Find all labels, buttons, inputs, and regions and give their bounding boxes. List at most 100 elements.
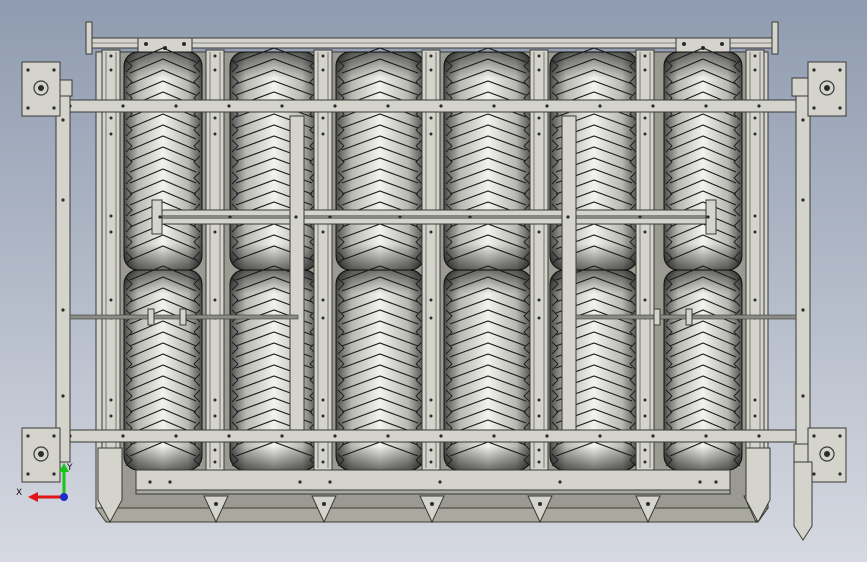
assembly-drawing[interactable]: Y X	[0, 0, 867, 562]
bolt-hole	[321, 132, 325, 136]
rod-nut	[179, 308, 187, 326]
bolt-hole	[213, 132, 217, 136]
bolt-hole	[328, 480, 332, 484]
bolt-hole	[26, 434, 30, 438]
center-right-upright	[561, 115, 577, 431]
bolt-hole	[213, 398, 217, 402]
bolt-hole	[429, 132, 433, 136]
bolt-hole	[322, 502, 326, 506]
bolt-hole	[321, 448, 325, 452]
bolt-hole	[812, 472, 816, 476]
triad-y-label: Y	[66, 463, 73, 473]
bolt-hole	[328, 215, 332, 219]
bolt-hole	[321, 460, 325, 464]
bolt-hole	[643, 448, 647, 452]
divider-post-6	[635, 49, 655, 471]
bolt-hole	[643, 414, 647, 418]
bolt-hole	[537, 116, 541, 120]
bolt-hole	[61, 118, 65, 122]
bolt-hole	[429, 316, 433, 320]
bolt-hole	[168, 480, 172, 484]
tire-c1-r1	[123, 47, 203, 271]
divider-post-1	[101, 49, 121, 471]
bolt-hole	[429, 230, 433, 234]
bolt-hole	[61, 394, 65, 398]
bolt-hole	[333, 104, 337, 108]
bolt-hole	[429, 398, 433, 402]
bolt-hole	[294, 215, 298, 219]
bolt-hole	[429, 460, 433, 464]
bolt-hole	[801, 394, 805, 398]
bolt-hole	[753, 298, 757, 302]
bolt-hole	[537, 398, 541, 402]
bolt-hole	[438, 480, 442, 484]
bolt-hole	[213, 460, 217, 464]
bolt-hole	[698, 480, 702, 484]
bolt-hole	[643, 398, 647, 402]
bolt-hole	[398, 215, 402, 219]
bolt-hole	[121, 104, 125, 108]
bolt-hole	[429, 448, 433, 452]
bolt-hole	[643, 116, 647, 120]
bolt-hole	[812, 106, 816, 110]
bolt-hole	[757, 104, 761, 108]
bolt-hole	[643, 68, 647, 72]
bolt-hole	[386, 434, 390, 438]
bolt-hole	[538, 502, 542, 506]
left-corner-post	[55, 81, 71, 463]
upper-long-rail	[57, 99, 807, 113]
corner-mount-top-right	[807, 61, 847, 117]
bolt-hole	[720, 42, 724, 46]
bolt-hole	[801, 198, 805, 202]
bolt-hole	[280, 434, 284, 438]
bolt-hole	[333, 434, 337, 438]
middle-crossbar-edge	[151, 215, 717, 219]
tire-c4-r1	[443, 47, 533, 271]
bolt-hole	[148, 480, 152, 484]
corner-mount-bottom-left	[21, 427, 61, 483]
bolt-hole	[52, 106, 56, 110]
bolt-hole	[109, 54, 113, 58]
bolt-hole	[321, 54, 325, 58]
tire-shade	[336, 52, 424, 270]
bolt-hole	[537, 414, 541, 418]
bolt-hole	[144, 42, 148, 46]
tire-shade	[664, 52, 742, 270]
divider-post-5	[529, 49, 549, 471]
tire-shade	[230, 52, 318, 270]
bolt-hole	[439, 434, 443, 438]
bolt-hole	[714, 480, 718, 484]
right-pointed-stake	[793, 461, 813, 541]
bolt-hole	[753, 54, 757, 58]
bolt-hole	[227, 104, 231, 108]
bolt-hole	[537, 54, 541, 58]
bolt-hole	[429, 116, 433, 120]
tire-c6-r1	[663, 47, 743, 271]
bolt-hole	[643, 132, 647, 136]
bolt-hole	[109, 68, 113, 72]
bolt-hole	[321, 316, 325, 320]
bolt-hole	[109, 230, 113, 234]
bolt-hole	[158, 215, 162, 219]
cad-viewport[interactable]: Y X	[0, 0, 867, 562]
bolt-hole	[838, 106, 842, 110]
mount-bore-center	[38, 451, 44, 457]
bolt-hole	[227, 434, 231, 438]
bolt-hole	[429, 68, 433, 72]
bolt-hole	[52, 68, 56, 72]
bolt-hole	[598, 104, 602, 108]
bolt-hole	[753, 68, 757, 72]
triad-z-origin	[60, 493, 68, 501]
bolt-hole	[109, 298, 113, 302]
bolt-hole	[213, 116, 217, 120]
bottom-beam-lip	[135, 489, 731, 495]
bolt-hole	[213, 298, 217, 302]
bolt-hole	[321, 116, 325, 120]
rod-nut	[685, 308, 693, 326]
tire-shade	[124, 52, 202, 270]
bolt-hole	[753, 214, 757, 218]
top-rail-left-post	[85, 21, 93, 55]
bolt-hole	[753, 132, 757, 136]
bolt-hole	[598, 434, 602, 438]
divider-post-3	[313, 49, 333, 471]
